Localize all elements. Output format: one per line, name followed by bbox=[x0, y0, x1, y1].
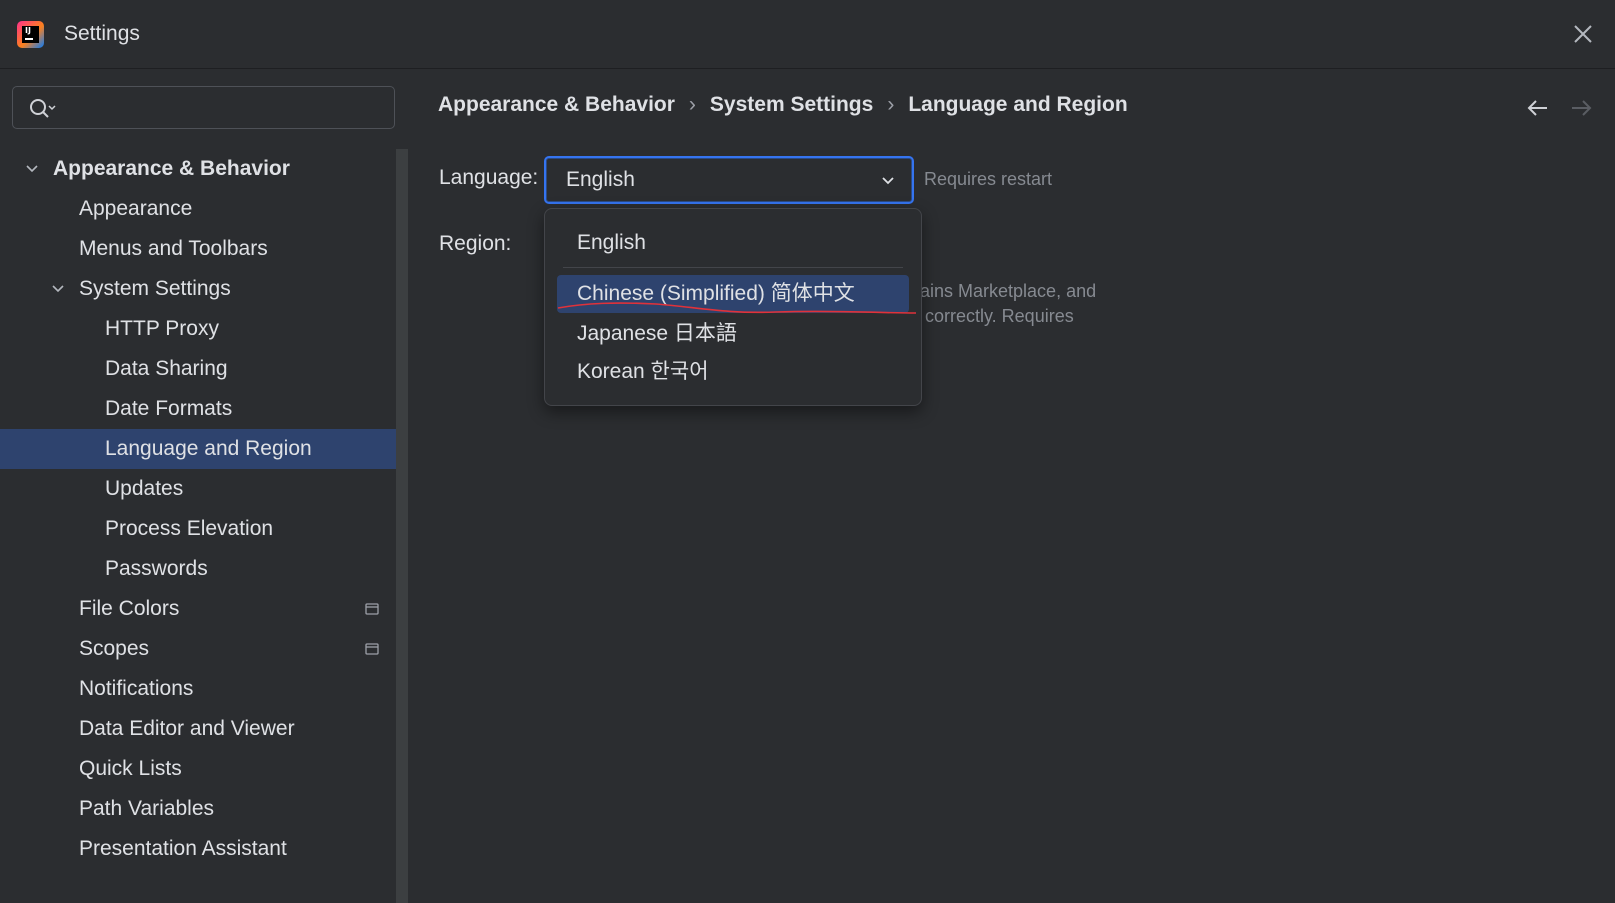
tree-item-presentation-assistant[interactable]: Presentation Assistant bbox=[0, 829, 408, 869]
pin-icon bbox=[365, 643, 379, 655]
search-icon bbox=[30, 99, 56, 118]
window-title: Settings bbox=[64, 22, 140, 45]
tree-item-label: Data Editor and Viewer bbox=[79, 717, 295, 740]
tree-item-label: Date Formats bbox=[105, 397, 233, 420]
chevron-down-icon[interactable] bbox=[51, 282, 65, 296]
chevron-down-icon[interactable] bbox=[25, 162, 39, 176]
tree-item-notifications[interactable]: Notifications bbox=[0, 669, 408, 709]
language-selected-value: English bbox=[566, 168, 635, 191]
search-field[interactable] bbox=[12, 86, 395, 129]
tree-item-quick-lists[interactable]: Quick Lists bbox=[0, 749, 408, 789]
tree-item-label: Appearance & Behavior bbox=[53, 157, 290, 180]
tree-item-appearance[interactable]: Appearance bbox=[0, 189, 408, 229]
tree-item-passwords[interactable]: Passwords bbox=[0, 549, 408, 589]
chevron-down-icon bbox=[882, 177, 894, 185]
arrow-right-icon bbox=[1572, 100, 1592, 116]
tree-item-updates[interactable]: Updates bbox=[0, 469, 408, 509]
tree-item-label: Updates bbox=[105, 477, 184, 500]
tree-item-label: Process Elevation bbox=[105, 517, 274, 540]
tree-item-file-colors[interactable]: File Colors bbox=[0, 589, 408, 629]
breadcrumb: Appearance & Behavior › System Settings › La… bbox=[438, 93, 1128, 117]
tree-item-label: Scopes bbox=[79, 637, 150, 660]
language-option-korean[interactable]: Korean 한국어 bbox=[557, 353, 909, 391]
tree-item-language-region[interactable]: Language and Region bbox=[0, 429, 408, 469]
tree-item-label: Path Variables bbox=[79, 797, 215, 820]
search-input[interactable] bbox=[65, 93, 389, 125]
annotation-underline bbox=[557, 302, 917, 314]
tree-item-appearance-behavior[interactable]: Appearance & Behavior bbox=[0, 149, 408, 189]
close-icon[interactable] bbox=[1569, 20, 1597, 48]
tree-item-menus-toolbars[interactable]: Menus and Toolbars bbox=[0, 229, 408, 269]
tree-item-label: Data Sharing bbox=[105, 357, 228, 380]
language-label: Language: bbox=[439, 166, 539, 189]
divider bbox=[563, 267, 903, 268]
tree-item-data-editor-viewer[interactable]: Data Editor and Viewer bbox=[0, 709, 408, 749]
tree-item-label: Menus and Toolbars bbox=[79, 237, 268, 260]
region-label: Region: bbox=[439, 232, 512, 255]
breadcrumb-item: Language and Region bbox=[908, 93, 1128, 116]
tree-item-process-elevation[interactable]: Process Elevation bbox=[0, 509, 408, 549]
tree-item-label: File Colors bbox=[79, 597, 180, 620]
title-bar: Settings bbox=[0, 0, 1615, 69]
pin-icon bbox=[365, 603, 379, 615]
tree-item-label: Appearance bbox=[79, 197, 193, 220]
settings-sidebar: Appearance & Behavior Appearance Menus a… bbox=[0, 69, 408, 903]
tree-item-path-variables[interactable]: Path Variables bbox=[0, 789, 408, 829]
tree-item-label: Quick Lists bbox=[79, 757, 182, 780]
chevron-right-icon: › bbox=[887, 93, 895, 116]
language-option-english[interactable]: English bbox=[557, 224, 909, 262]
app-logo-icon bbox=[17, 21, 44, 48]
tree-item-date-formats[interactable]: Date Formats bbox=[0, 389, 408, 429]
chevron-right-icon: › bbox=[688, 93, 696, 116]
tree-item-label: HTTP Proxy bbox=[105, 317, 219, 340]
tree-item-scopes[interactable]: Scopes bbox=[0, 629, 408, 669]
tree-item-http-proxy[interactable]: HTTP Proxy bbox=[0, 309, 408, 349]
language-dropdown[interactable]: English bbox=[544, 156, 914, 204]
tree-item-label: Passwords bbox=[105, 557, 208, 580]
arrow-left-icon[interactable] bbox=[1525, 96, 1551, 120]
tree-item-label: Notifications bbox=[79, 677, 194, 700]
tree-item-label: Language and Region bbox=[105, 437, 312, 460]
breadcrumb-item[interactable]: Appearance & Behavior bbox=[438, 93, 675, 117]
region-description-line: correctly. Requires bbox=[925, 306, 1074, 326]
tree-item-label: Presentation Assistant bbox=[79, 837, 287, 860]
breadcrumb-item[interactable]: System Settings bbox=[710, 93, 873, 117]
tree-item-data-sharing[interactable]: Data Sharing bbox=[0, 349, 408, 389]
tree-item-system-settings[interactable]: System Settings bbox=[0, 269, 408, 309]
sidebar-scrollbar[interactable] bbox=[396, 149, 408, 903]
tree-item-label: System Settings bbox=[79, 277, 231, 300]
requires-restart-hint: Requires restart bbox=[924, 169, 1053, 189]
region-description-line: ains Marketplace, and bbox=[920, 281, 1097, 301]
